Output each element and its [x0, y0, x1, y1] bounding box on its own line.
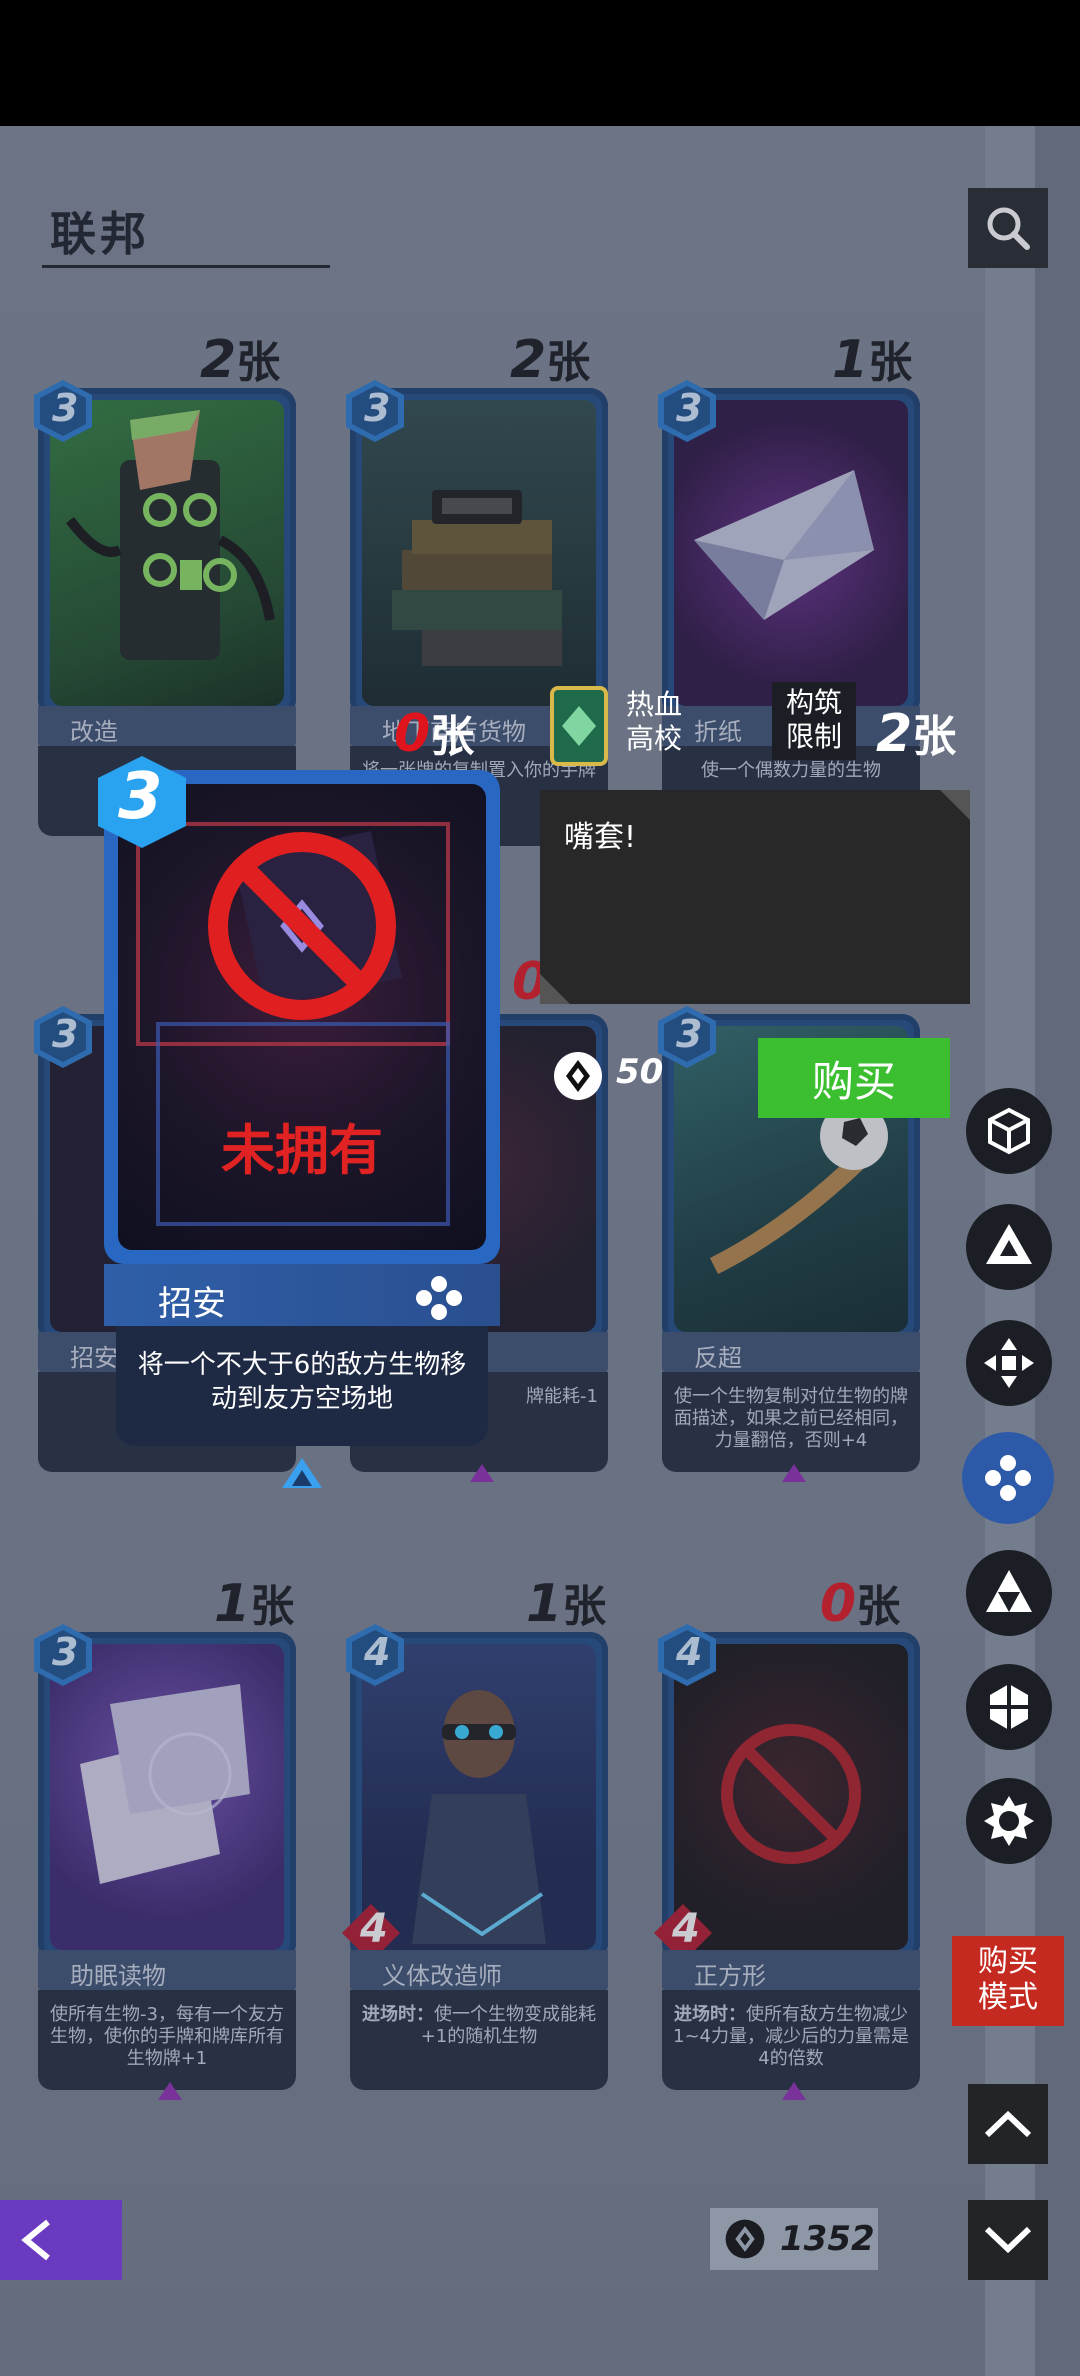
popup-cost-value: 3	[118, 760, 163, 834]
star-triangle-icon	[986, 1224, 1032, 1264]
buy-mode-button[interactable]: 购买模式	[952, 1936, 1064, 2026]
card-name: 助眠读物	[70, 1962, 166, 1990]
cost-value: 3	[676, 386, 703, 430]
card-count: 1张	[832, 330, 913, 390]
card-name: 反超	[694, 1344, 742, 1372]
card-name: 正方形	[694, 1962, 766, 1990]
card-count: 2张	[200, 330, 281, 390]
category-button-neutral[interactable]	[966, 1088, 1052, 1174]
card-count: 1张	[214, 1574, 295, 1634]
buy-button[interactable]: 购买	[758, 1038, 950, 1118]
card-sleep-reading[interactable]: 3 助眠读物 使所有生物-3，每有一个友方生物，使你的手牌和牌库所有生物牌+1	[34, 1624, 296, 2100]
popup-card-name: 招安	[158, 1284, 226, 1324]
card-art	[50, 1644, 284, 1950]
cost-value: 3	[52, 1630, 79, 1674]
cost-value: 3	[364, 386, 391, 430]
four-arrows-icon	[984, 1338, 1034, 1388]
sun-icon	[984, 1796, 1034, 1846]
hexagon-cluster-icon	[990, 1684, 1028, 1730]
limit-count: 2张	[876, 704, 957, 764]
card-desc: 使所有生物-3，每有一个友方生物，使你的手牌和牌库所有生物牌+1	[50, 2004, 284, 2069]
card-count: 2张	[510, 330, 591, 390]
currency-icon	[725, 2219, 765, 2259]
deck-limit-label: 构筑 限制	[772, 682, 856, 760]
speech-bubble: 嘴套!	[540, 790, 970, 1004]
rarity-marker	[782, 1464, 806, 1482]
card-count: 0张	[820, 1574, 901, 1634]
school-label: 热血 高校	[626, 688, 683, 755]
category-button-arrows[interactable]	[966, 1320, 1052, 1406]
triforce-icon	[986, 1570, 1032, 1612]
faction-icon	[416, 1276, 462, 1320]
rarity-marker	[158, 2082, 182, 2100]
power-value: 4	[672, 1906, 700, 1952]
card-name: 义体改造师	[382, 1962, 502, 1990]
card-desc: 使一个偶数力量的生物	[701, 760, 881, 781]
rarity-icon	[282, 1458, 322, 1488]
card-count: 1张	[526, 1574, 607, 1634]
page-title: 联邦	[50, 207, 150, 261]
category-button-hex[interactable]	[966, 1664, 1052, 1750]
card-art	[50, 400, 284, 706]
federation-icon	[985, 1455, 1031, 1501]
cube-icon	[988, 1107, 1030, 1155]
card-price: 50	[616, 1052, 664, 1092]
chevron-left-icon	[21, 2219, 50, 2261]
card-desc: 进场时：使所有敌方生物减少1~4力量，减少后的力量需是4的倍数	[673, 2004, 909, 2069]
chevron-down-icon	[984, 2226, 1032, 2254]
speech-text: 嘴套!	[564, 820, 637, 855]
cost-value: 4	[364, 1630, 391, 1674]
card-art	[674, 400, 908, 706]
not-owned-label: 未拥有	[221, 1119, 383, 1182]
category-button-triforce[interactable]	[966, 1550, 1052, 1636]
school-card-icon	[550, 686, 608, 766]
currency-icon	[554, 1052, 602, 1100]
scroll-up-button[interactable]	[968, 2084, 1048, 2164]
currency-display: 1352	[710, 2208, 878, 2270]
card-square[interactable]: 4 4 正方形 进场时：使所有敌方生物减少1~4力量，减少后的力量需是4的倍数	[654, 1624, 920, 2100]
card-name: 改造	[70, 718, 118, 746]
category-button-federation[interactable]	[962, 1432, 1054, 1524]
card-name: 折纸	[694, 718, 742, 746]
currency-amount: 1352	[780, 2219, 875, 2259]
hot-count: 0张	[394, 704, 475, 764]
status-bar	[0, 0, 1080, 126]
card-art	[362, 400, 596, 706]
cost-value: 3	[52, 386, 79, 430]
back-button[interactable]	[0, 2200, 122, 2280]
card-desc: 使一个生物复制对位生物的牌面描述，如果之前已经相同，力量翻倍，否则+4	[674, 1386, 908, 1451]
category-button-sun[interactable]	[966, 1778, 1052, 1864]
popup-card-desc: 将一个不大于6的敌方生物移动到友方空场地	[137, 1350, 467, 1414]
card-origami[interactable]: 3 折纸 使一个偶数力量的生物	[658, 380, 920, 848]
card-desc: 进场时：使一个生物变成能耗+1的随机生物	[362, 2004, 596, 2047]
search-icon	[987, 207, 1030, 250]
category-button-star[interactable]	[966, 1204, 1052, 1290]
power-value: 4	[360, 1906, 388, 1952]
card-cyber-surgeon[interactable]: 4 4 义体改造师 进场时：使一个生物变成能耗+1的随机生物	[342, 1624, 608, 2092]
scroll-down-button[interactable]	[968, 2200, 1048, 2280]
chevron-up-icon	[984, 2110, 1032, 2138]
cost-value: 4	[676, 1630, 703, 1674]
card-detail-popup[interactable]: 3 未拥有 招安 将一个不大于6的敌方生物移动到友方空场地	[98, 756, 500, 1488]
search-button[interactable]	[968, 188, 1048, 268]
cost-value: 3	[676, 1012, 703, 1056]
cost-value: 3	[52, 1012, 79, 1056]
rarity-marker	[782, 2082, 806, 2100]
title-underline	[42, 265, 330, 268]
